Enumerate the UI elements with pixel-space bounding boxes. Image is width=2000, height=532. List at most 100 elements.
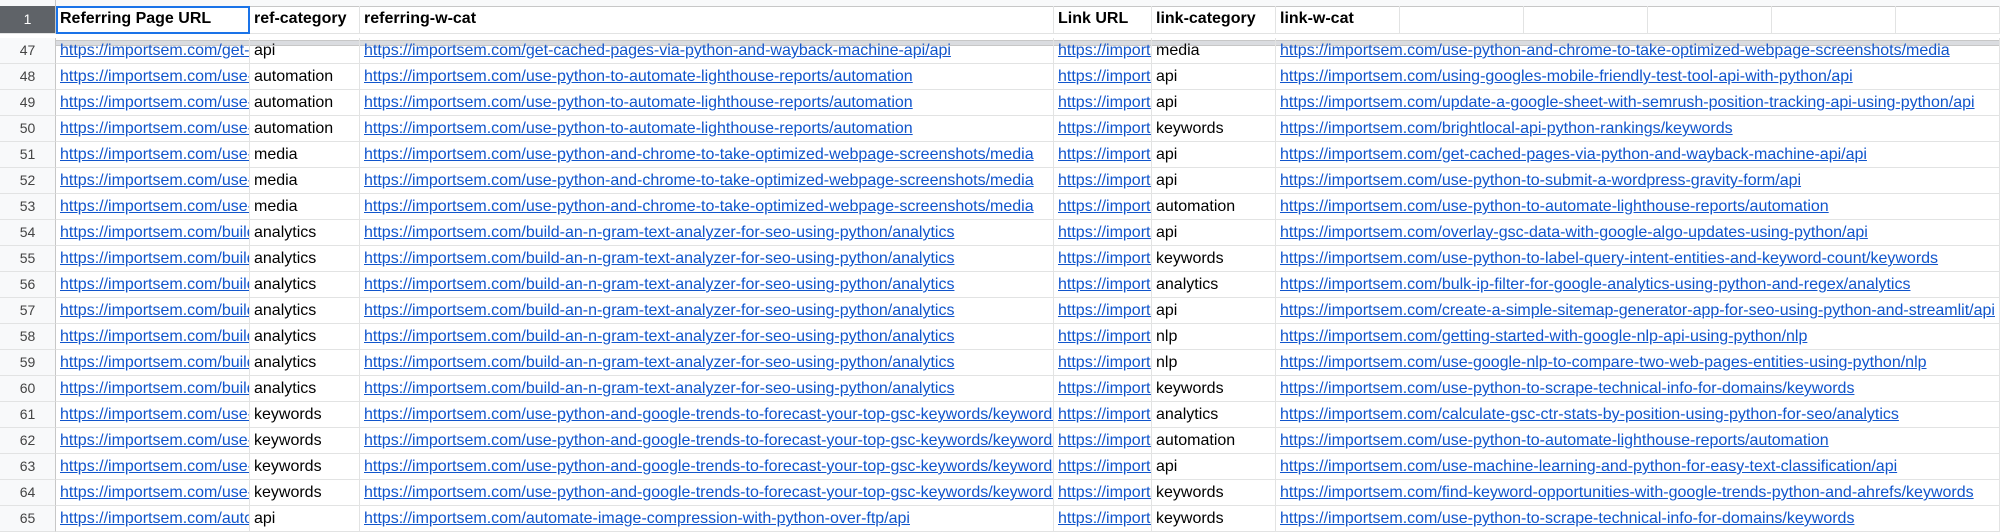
cell-link-category[interactable]: keywords bbox=[1152, 506, 1276, 532]
hyperlink[interactable]: https://importsem.com/use-python-to-auto… bbox=[1280, 198, 1829, 215]
cell-link-category[interactable]: analytics bbox=[1152, 402, 1276, 428]
cell-ref-category[interactable]: keywords bbox=[250, 428, 360, 454]
cell-referring-w-cat[interactable]: https://importsem.com/use-python-to-auto… bbox=[360, 64, 1054, 90]
row-number[interactable]: 55 bbox=[0, 246, 56, 272]
hyperlink[interactable]: https://importsem.com/build-an-n-gram-te… bbox=[364, 250, 954, 267]
hyperlink[interactable]: https://importsem.com/use-python-to-auto… bbox=[1058, 198, 1151, 215]
cell-link-category[interactable]: keywords bbox=[1152, 376, 1276, 402]
hyperlink[interactable]: https://importsem.com/use-google-nlp-to-… bbox=[1058, 354, 1151, 371]
cell-referring-page-url[interactable]: https://importsem.com/use-python-and-goo… bbox=[56, 454, 250, 480]
cell-referring-page-url[interactable]: https://importsem.com/build-an-n-gram-te… bbox=[56, 376, 250, 402]
cell-link-w-cat[interactable]: https://importsem.com/find-keyword-oppor… bbox=[1276, 480, 2000, 506]
hyperlink[interactable]: https://importsem.com/build-an-n-gram-te… bbox=[364, 224, 954, 241]
hyperlink[interactable]: https://importsem.com/use-python-to-auto… bbox=[364, 120, 913, 137]
cell-link-category[interactable]: keywords bbox=[1152, 246, 1276, 272]
cell-link-category[interactable]: automation bbox=[1152, 194, 1276, 220]
cell-referring-page-url[interactable]: https://importsem.com/build-an-n-gram-te… bbox=[56, 246, 250, 272]
hyperlink[interactable]: https://importsem.com/get-cached-pages-v… bbox=[1280, 146, 1867, 163]
hyperlink[interactable]: https://importsem.com/find-keyword-oppor… bbox=[1280, 484, 1974, 501]
hyperlink[interactable]: https://importsem.com/build-an-n-gram-te… bbox=[60, 380, 249, 397]
cell-link-w-cat[interactable]: https://importsem.com/use-python-to-subm… bbox=[1276, 168, 2000, 194]
cell-referring-page-url[interactable]: https://importsem.com/build-an-n-gram-te… bbox=[56, 324, 250, 350]
cell-referring-w-cat[interactable]: https://importsem.com/automate-image-com… bbox=[360, 506, 1054, 532]
cell-ref-category[interactable]: automation bbox=[250, 64, 360, 90]
hyperlink[interactable]: https://importsem.com/using-googles-mobi… bbox=[1058, 68, 1151, 85]
hyperlink[interactable]: https://importsem.com/use-python-and-chr… bbox=[364, 146, 1034, 163]
cell-referring-w-cat[interactable]: https://importsem.com/use-python-and-goo… bbox=[360, 454, 1054, 480]
hyperlink[interactable]: https://importsem.com/use-machine-learni… bbox=[1280, 458, 1897, 475]
cell-ref-category[interactable]: automation bbox=[250, 90, 360, 116]
cell-link-url[interactable]: https://importsem.com/use-python-to-scra… bbox=[1054, 376, 1152, 402]
row-number[interactable]: 62 bbox=[0, 428, 56, 454]
row-number[interactable]: 49 bbox=[0, 90, 56, 116]
hyperlink[interactable]: https://importsem.com/build-an-n-gram-te… bbox=[364, 328, 954, 345]
cell-link-category[interactable]: api bbox=[1152, 142, 1276, 168]
hyperlink[interactable]: https://importsem.com/use-python-and-goo… bbox=[60, 406, 249, 423]
header-referring-w-cat[interactable]: referring-w-cat bbox=[360, 6, 1054, 34]
cell-link-url[interactable]: https://importsem.com/calculate-gsc-ctr-… bbox=[1054, 402, 1152, 428]
cell-link-category[interactable]: api bbox=[1152, 220, 1276, 246]
cell-referring-page-url[interactable]: https://importsem.com/build-an-n-gram-te… bbox=[56, 298, 250, 324]
row-number[interactable]: 54 bbox=[0, 220, 56, 246]
hyperlink[interactable]: https://importsem.com/build-an-n-gram-te… bbox=[60, 302, 249, 319]
row-number[interactable]: 60 bbox=[0, 376, 56, 402]
hyperlink[interactable]: https://importsem.com/build-an-n-gram-te… bbox=[364, 380, 954, 397]
header-referring-page-url[interactable]: Referring Page URL bbox=[56, 6, 250, 34]
hyperlink[interactable]: https://importsem.com/use-python-to-auto… bbox=[60, 68, 249, 85]
hyperlink[interactable]: https://importsem.com/use-python-and-chr… bbox=[364, 198, 1034, 215]
cell-ref-category[interactable]: media bbox=[250, 194, 360, 220]
cell-link-category[interactable]: api bbox=[1152, 90, 1276, 116]
hyperlink[interactable]: https://importsem.com/use-python-and-chr… bbox=[60, 172, 249, 189]
hyperlink[interactable]: https://importsem.com/use-python-and-chr… bbox=[364, 172, 1034, 189]
cell-link-url[interactable]: https://importsem.com/use-machine-learni… bbox=[1054, 454, 1152, 480]
cell-link-category[interactable]: api bbox=[1152, 454, 1276, 480]
hyperlink[interactable]: https://importsem.com/use-python-and-goo… bbox=[364, 484, 1053, 501]
cell-ref-category[interactable]: analytics bbox=[250, 246, 360, 272]
cell-ref-category[interactable]: keywords bbox=[250, 402, 360, 428]
hyperlink[interactable]: https://importsem.com/calculate-gsc-ctr-… bbox=[1280, 406, 1899, 423]
hyperlink[interactable]: https://importsem.com/update-a-google-sh… bbox=[1058, 94, 1151, 111]
cell-link-url[interactable]: https://importsem.com/find-keyword-oppor… bbox=[1054, 480, 1152, 506]
cell-link-url[interactable]: https://importsem.com/use-python-to-subm… bbox=[1054, 168, 1152, 194]
cell-link-w-cat[interactable]: https://importsem.com/use-python-to-labe… bbox=[1276, 246, 2000, 272]
cell-referring-page-url[interactable]: https://importsem.com/use-python-to-auto… bbox=[56, 90, 250, 116]
hyperlink[interactable]: https://importsem.com/use-python-and-goo… bbox=[364, 432, 1053, 449]
cell-link-url[interactable]: https://importsem.com/use-python-to-auto… bbox=[1054, 194, 1152, 220]
hyperlink[interactable]: https://importsem.com/overlay-gsc-data-w… bbox=[1058, 224, 1151, 241]
cell-link-url[interactable]: https://importsem.com/create-a-simple-si… bbox=[1054, 298, 1152, 324]
cell-ref-category[interactable]: analytics bbox=[250, 272, 360, 298]
row-number[interactable]: 63 bbox=[0, 454, 56, 480]
hyperlink[interactable]: https://importsem.com/use-python-to-auto… bbox=[364, 68, 913, 85]
cell-link-url[interactable]: https://importsem.com/using-googles-mobi… bbox=[1054, 64, 1152, 90]
cell-referring-w-cat[interactable]: https://importsem.com/use-python-to-auto… bbox=[360, 116, 1054, 142]
cell-link-url[interactable]: https://importsem.com/use-google-nlp-to-… bbox=[1054, 350, 1152, 376]
cell-link-w-cat[interactable]: https://importsem.com/use-python-and-chr… bbox=[1276, 38, 2000, 64]
cell-referring-page-url[interactable]: https://importsem.com/build-an-n-gram-te… bbox=[56, 350, 250, 376]
cell-link-category[interactable]: analytics bbox=[1152, 272, 1276, 298]
cell-ref-category[interactable]: keywords bbox=[250, 454, 360, 480]
cell-ref-category[interactable]: analytics bbox=[250, 298, 360, 324]
cell-link-w-cat[interactable]: https://importsem.com/use-python-to-auto… bbox=[1276, 194, 2000, 220]
cell-link-w-cat[interactable]: https://importsem.com/use-google-nlp-to-… bbox=[1276, 350, 2000, 376]
hyperlink[interactable]: https://importsem.com/build-an-n-gram-te… bbox=[60, 250, 249, 267]
cell-referring-w-cat[interactable]: https://importsem.com/use-python-and-chr… bbox=[360, 194, 1054, 220]
header-link-url[interactable]: Link URL bbox=[1054, 6, 1152, 34]
cell-link-w-cat[interactable]: https://importsem.com/bulk-ip-filter-for… bbox=[1276, 272, 2000, 298]
hyperlink[interactable]: https://importsem.com/use-python-to-auto… bbox=[60, 120, 249, 137]
hyperlink[interactable]: https://importsem.com/use-python-to-subm… bbox=[1058, 172, 1151, 189]
empty-header-cell[interactable] bbox=[1772, 6, 1896, 34]
hyperlink[interactable]: https://importsem.com/use-python-and-chr… bbox=[1058, 42, 1151, 59]
hyperlink[interactable]: https://importsem.com/find-keyword-oppor… bbox=[1058, 484, 1151, 501]
cell-referring-w-cat[interactable]: https://importsem.com/build-an-n-gram-te… bbox=[360, 220, 1054, 246]
cell-referring-w-cat[interactable]: https://importsem.com/build-an-n-gram-te… bbox=[360, 324, 1054, 350]
hyperlink[interactable]: https://importsem.com/use-python-to-subm… bbox=[1280, 172, 1801, 189]
hyperlink[interactable]: https://importsem.com/build-an-n-gram-te… bbox=[60, 328, 249, 345]
hyperlink[interactable]: https://importsem.com/use-python-to-scra… bbox=[1280, 510, 1854, 527]
cell-referring-page-url[interactable]: https://importsem.com/use-python-to-auto… bbox=[56, 116, 250, 142]
hyperlink[interactable]: https://importsem.com/brightlocal-api-py… bbox=[1058, 120, 1151, 137]
hyperlink[interactable]: https://importsem.com/update-a-google-sh… bbox=[1280, 94, 1975, 111]
cell-link-url[interactable]: https://importsem.com/use-python-and-chr… bbox=[1054, 38, 1152, 64]
hyperlink[interactable]: https://importsem.com/use-python-and-goo… bbox=[60, 432, 249, 449]
cell-referring-w-cat[interactable]: https://importsem.com/use-python-and-chr… bbox=[360, 142, 1054, 168]
row-number[interactable]: 59 bbox=[0, 350, 56, 376]
